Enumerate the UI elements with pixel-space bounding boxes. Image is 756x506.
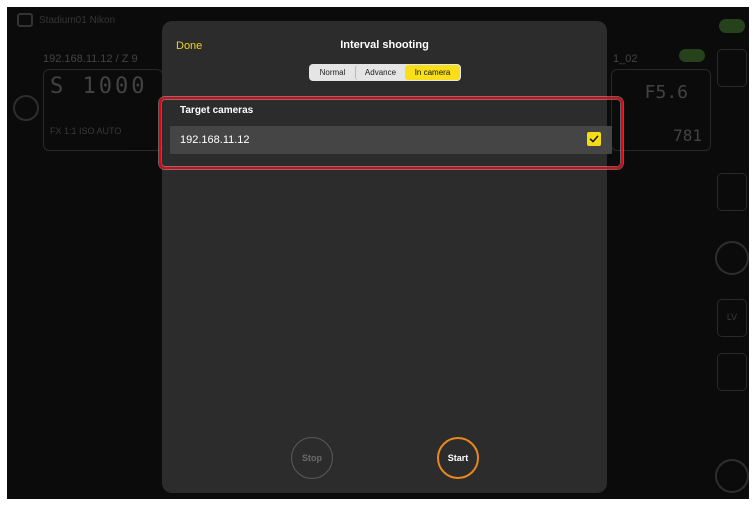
left-camera-panel: S 1000 FX 1:1 ISO AUTO (43, 69, 163, 151)
segment-in-camera[interactable]: In camera (405, 65, 460, 80)
right-camera-panel: F5.6 781 (611, 69, 711, 151)
interval-shooting-sheet: Done Interval shooting Normal Advance In… (162, 21, 612, 493)
side-settings-button (717, 49, 747, 87)
start-button[interactable]: Start (437, 437, 479, 479)
sheet-title: Interval shooting (340, 39, 429, 51)
device-screen: Stadium01 Nikon 192.168.11.12 / Z 9 S 10… (7, 7, 749, 499)
side-toolbar: LV (715, 13, 749, 499)
side-toggle (719, 19, 745, 33)
side-lv-button: LV (717, 299, 747, 337)
right-camera-toggle (679, 49, 705, 62)
segment-normal[interactable]: Normal (310, 65, 355, 80)
side-list-button (717, 173, 747, 211)
segment-advance[interactable]: Advance (355, 65, 405, 80)
camera-name: Stadium01 Nikon (39, 14, 116, 26)
stop-button[interactable]: Stop (291, 437, 333, 479)
shots-remaining: 781 (673, 126, 702, 145)
fstop-readout: F5.6 (644, 82, 688, 103)
left-status: FX 1:1 ISO AUTO (50, 126, 122, 136)
left-camera-ip: 192.168.11.12 / Z 9 (43, 53, 138, 65)
side-shutter-button (715, 241, 749, 275)
right-camera-label: 1_02 (613, 53, 638, 65)
connection-button (13, 95, 39, 121)
target-camera-ip: 192.168.11.12 (180, 134, 250, 146)
camera-header: Stadium01 Nikon (17, 13, 115, 27)
camera-icon (17, 13, 33, 27)
target-camera-checkbox[interactable] (587, 132, 601, 146)
mode-segmented-control: Normal Advance In camera (309, 64, 461, 81)
target-cameras-heading: Target cameras (180, 105, 254, 116)
check-icon (589, 135, 599, 143)
side-options-button (717, 353, 747, 391)
target-camera-row[interactable]: 192.168.11.12 (170, 126, 612, 154)
side-round-button (715, 459, 749, 493)
shutter-readout: S 1000 (50, 74, 148, 99)
